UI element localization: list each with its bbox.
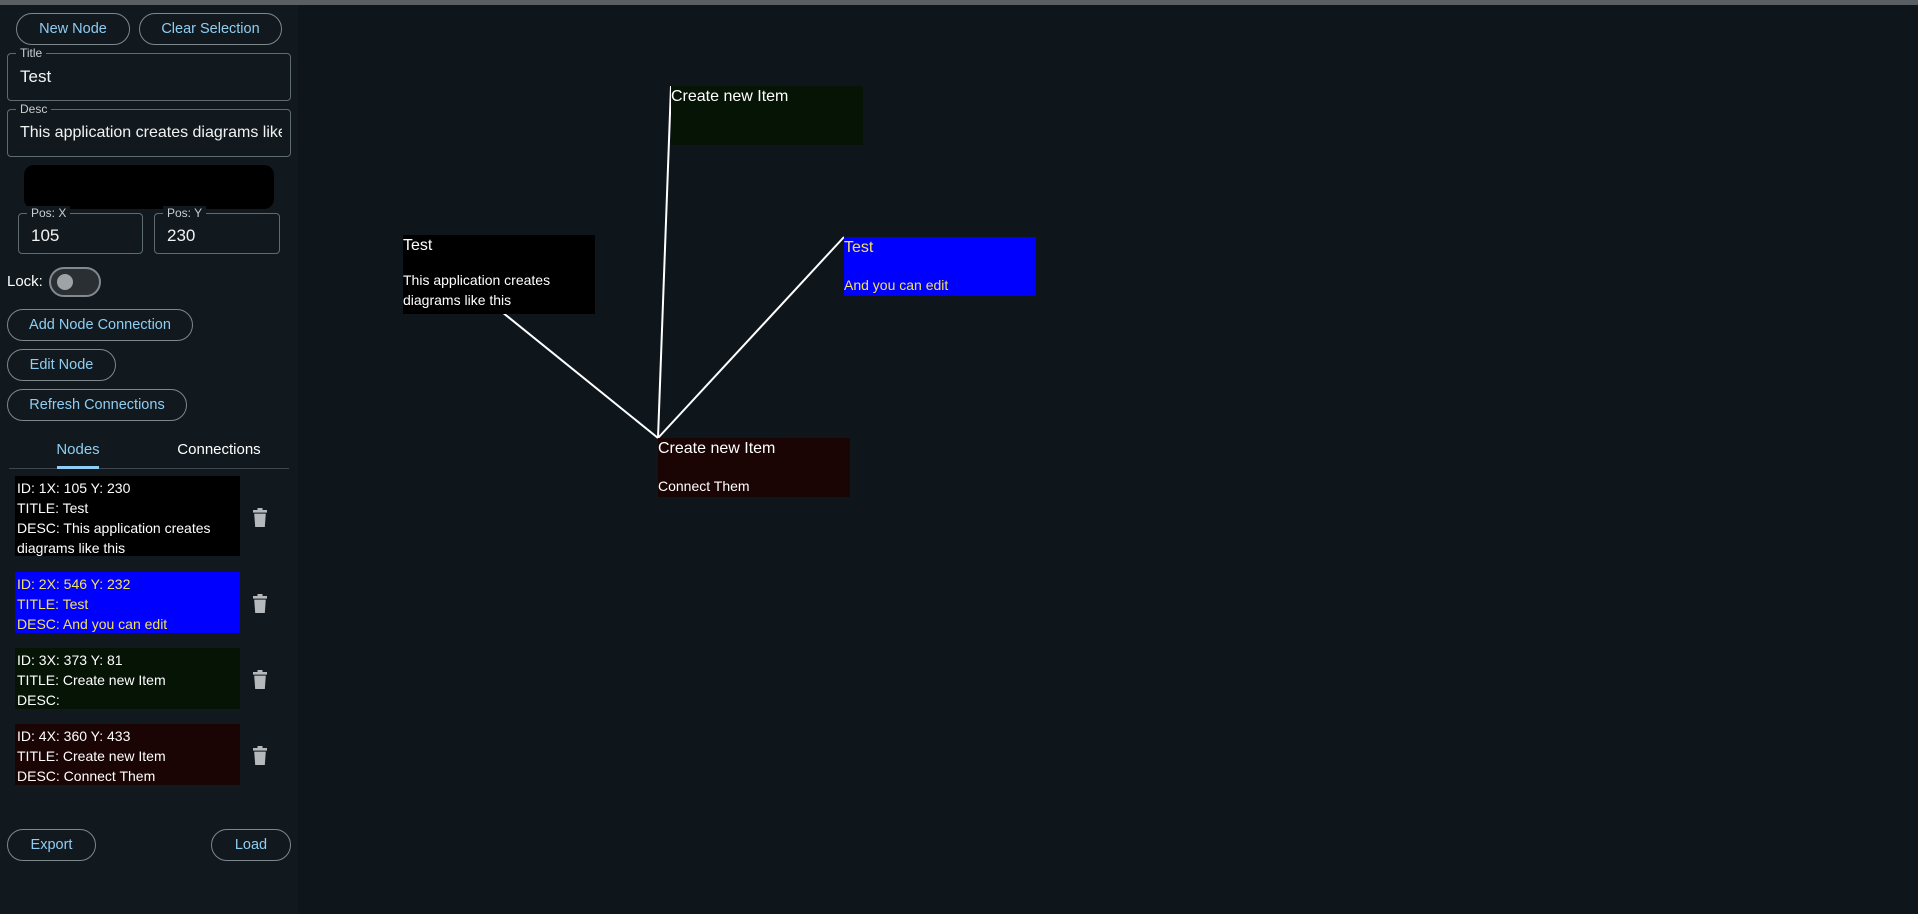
- desc-input[interactable]: This application creates diagrams like t…: [20, 110, 282, 156]
- diagram-node-title: Create new Item: [671, 88, 789, 105]
- color-picker[interactable]: [24, 165, 274, 209]
- refresh-connections-button[interactable]: Refresh Connections: [7, 389, 187, 421]
- diagram-node-1[interactable]: Test This application creates diagrams l…: [403, 235, 595, 314]
- clear-selection-button[interactable]: Clear Selection: [139, 13, 282, 45]
- node-list-desc: DESC: And you can edit: [17, 616, 168, 632]
- diagram-node-desc: And you can edit: [844, 277, 949, 293]
- diagram-canvas[interactable]: Test This application creates diagrams l…: [298, 5, 1918, 914]
- node-list-item[interactable]: ID: 3X: 373 Y: 81 TITLE: Create new Item D…: [15, 648, 240, 709]
- connection-line-3-4: [657, 85, 672, 439]
- sidebar: New Node Clear Selection Title Test Desc…: [0, 5, 298, 914]
- title-input[interactable]: Test: [20, 54, 282, 100]
- node-list-id: ID: 3X: 373 Y: 81: [17, 652, 123, 668]
- title-field[interactable]: Title Test: [7, 46, 291, 101]
- tab-divider: [9, 468, 289, 469]
- node-list-item[interactable]: ID: 4X: 360 Y: 433 TITLE: Create new Item…: [15, 724, 240, 785]
- new-node-button[interactable]: New Node: [16, 13, 130, 45]
- connection-line-1-4: [501, 311, 659, 439]
- diagram-node-2[interactable]: Test And you can edit: [844, 237, 1036, 296]
- diagram-node-title: Create new Item: [658, 440, 776, 457]
- node-list-title: TITLE: Create new Item: [17, 672, 166, 688]
- edit-node-button[interactable]: Edit Node: [7, 349, 116, 381]
- tab-active-indicator: [57, 466, 99, 469]
- node-list-desc-cont: diagrams like this: [17, 540, 126, 556]
- node-list-item[interactable]: ID: 2X: 546 Y: 232 TITLE: Test DESC: And y…: [15, 572, 240, 633]
- pos-y-input[interactable]: 230: [167, 218, 271, 253]
- trash-icon[interactable]: [251, 670, 269, 690]
- diagram-node-desc: Connect Them: [658, 478, 750, 494]
- node-list-item[interactable]: ID: 1X: 105 Y: 230 TITLE: Test DESC: This …: [15, 476, 240, 556]
- pos-x-input[interactable]: 105: [31, 218, 134, 253]
- connections-layer: [501, 85, 845, 439]
- tab-nodes[interactable]: Nodes: [42, 431, 114, 467]
- diagram-node-4[interactable]: Create new Item Connect Them: [658, 438, 850, 497]
- node-list-title: TITLE: Test: [17, 596, 89, 612]
- trash-icon[interactable]: [251, 746, 269, 766]
- node-list-id: ID: 2X: 546 Y: 232: [17, 576, 131, 592]
- desc-field[interactable]: Desc This application creates diagrams l…: [7, 102, 291, 157]
- node-list-desc: DESC: This application creates: [17, 520, 211, 536]
- diagram-node-title: Test: [844, 239, 874, 256]
- lock-toggle-thumb: [57, 274, 73, 290]
- export-button[interactable]: Export: [7, 829, 96, 861]
- lock-toggle[interactable]: [49, 267, 101, 297]
- connection-line-2-4: [657, 236, 845, 439]
- load-button[interactable]: Load: [211, 829, 291, 861]
- diagram-node-3[interactable]: Create new Item: [671, 86, 863, 145]
- node-list-id: ID: 1X: 105 Y: 230: [17, 480, 131, 496]
- pos-y-field[interactable]: Pos: Y 230: [154, 206, 280, 254]
- diagram-node-title: Test: [403, 237, 433, 254]
- trash-icon[interactable]: [251, 508, 269, 528]
- node-list-title: TITLE: Test: [17, 500, 89, 516]
- node-list-id: ID: 4X: 360 Y: 433: [17, 728, 131, 744]
- add-node-connection-button[interactable]: Add Node Connection: [7, 309, 193, 341]
- node-list-desc: DESC:: [17, 692, 60, 708]
- diagram-node-desc: This application creates diagrams like t…: [403, 272, 551, 308]
- node-list-desc: DESC: Connect Them: [17, 768, 156, 784]
- tab-connections[interactable]: Connections: [168, 431, 270, 467]
- lock-label: Lock:: [7, 273, 43, 290]
- trash-icon[interactable]: [251, 594, 269, 614]
- node-list-title: TITLE: Create new Item: [17, 748, 166, 764]
- pos-x-field[interactable]: Pos: X 105: [18, 206, 143, 254]
